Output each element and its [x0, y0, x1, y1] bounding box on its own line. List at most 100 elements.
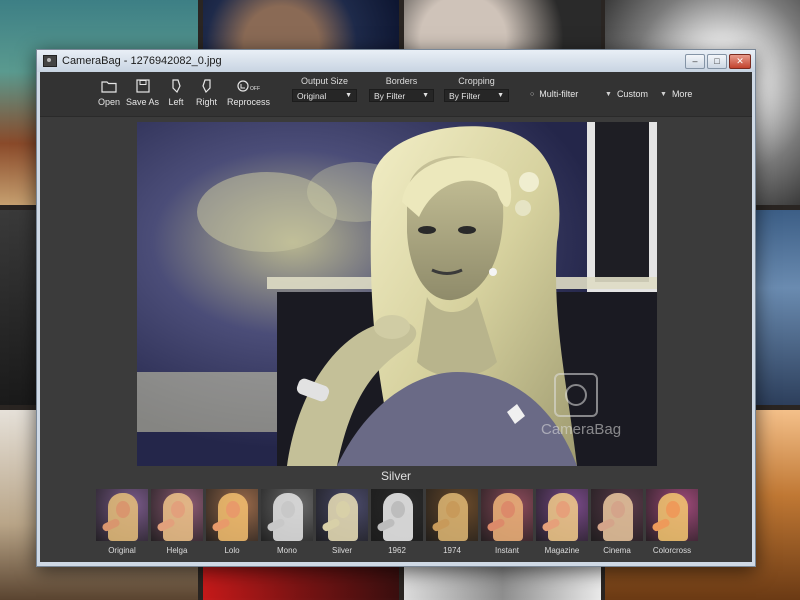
watermark-text: CameraBag [541, 421, 621, 438]
rotate-right-button[interactable]: Right [196, 78, 217, 107]
svg-text:OFF: OFF [250, 86, 260, 92]
filter-thumb-colorcross[interactable]: Colorcross [646, 489, 698, 559]
chevron-down-icon: ▼ [345, 92, 352, 99]
save-icon [134, 78, 152, 94]
face-shape [556, 501, 570, 518]
maximize-button[interactable]: □ [707, 53, 727, 69]
filter-label: Magazine [544, 546, 580, 555]
filter-preview-image[interactable] [481, 489, 533, 541]
close-button[interactable]: ✕ [729, 53, 751, 69]
filter-thumb-magazine[interactable]: Magazine [536, 489, 588, 559]
chevron-down-icon: ▼ [605, 90, 612, 98]
borders-label: Borders [385, 76, 418, 86]
background-photo [404, 0, 601, 55]
camerabag-window: CameraBag - 1276942082_0.jpg – □ ✕ Open … [36, 49, 756, 567]
cropping-value: By Filter [449, 90, 481, 101]
filter-label: Lolo [224, 546, 240, 555]
filter-thumb-cinema[interactable]: Cinema [591, 489, 643, 559]
custom-label: Custom [616, 89, 648, 99]
multi-filter-label: Multi-filter [539, 89, 579, 99]
filter-thumb-lolo[interactable]: Lolo [206, 489, 258, 559]
open-label: Open [98, 97, 121, 107]
filter-label: Mono [276, 546, 297, 555]
chevron-down-icon: ▼ [422, 92, 429, 99]
borders-dropdown[interactable]: By Filter ▼ [369, 89, 434, 102]
app-client-area: Open Save As Left Right OFF Reprocess Ou… [40, 72, 752, 562]
filter-label: Instant [494, 546, 519, 555]
rotate-right-icon [198, 78, 216, 94]
cropping-group: Cropping By Filter ▼ [444, 76, 509, 102]
toolbar: Open Save As Left Right OFF Reprocess Ou… [40, 72, 752, 117]
filter-preview-image[interactable] [536, 489, 588, 541]
background-photo [755, 210, 800, 405]
background-photo [0, 210, 40, 405]
rotate-left-icon [167, 78, 185, 94]
save-as-label: Save As [126, 97, 160, 107]
multi-filter-toggle[interactable]: ○ Multi-filter [530, 89, 578, 99]
filter-thumb-instant[interactable]: Instant [481, 489, 533, 559]
filter-label: Silver [331, 546, 352, 555]
folder-icon [100, 78, 118, 94]
filter-preview-image[interactable] [151, 489, 203, 541]
filter-preview-image[interactable] [96, 489, 148, 541]
face-shape [666, 501, 680, 518]
cropping-label: Cropping [458, 76, 495, 86]
filter-label: 1974 [443, 546, 461, 555]
background-photo [203, 565, 399, 600]
filter-thumb-1974[interactable]: 1974 [426, 489, 478, 559]
borders-value: By Filter [374, 90, 406, 101]
preview-image[interactable]: CameraBag [137, 122, 657, 466]
rotate-left-button[interactable]: Left [167, 78, 185, 107]
face-shape [336, 501, 350, 518]
reprocess-icon: OFF [236, 78, 262, 94]
filter-label: 1962 [388, 546, 406, 555]
filter-preview-image[interactable] [261, 489, 313, 541]
reprocess-button[interactable]: OFF Reprocess [227, 78, 270, 107]
borders-group: Borders By Filter ▼ [369, 76, 434, 102]
filter-label: Cinema [603, 546, 631, 555]
radio-icon: ○ [530, 90, 535, 98]
output-size-label: Output Size [300, 76, 349, 86]
cropping-dropdown[interactable]: By Filter ▼ [444, 89, 509, 102]
filter-thumb-helga[interactable]: Helga [151, 489, 203, 559]
save-as-button[interactable]: Save As [126, 78, 159, 107]
window-title: CameraBag - 1276942082_0.jpg [62, 55, 222, 67]
background-photo [203, 0, 399, 55]
output-size-dropdown[interactable]: Original ▼ [292, 89, 357, 102]
title-bar[interactable]: CameraBag - 1276942082_0.jpg – □ ✕ [37, 50, 755, 72]
face-shape [281, 501, 295, 518]
filter-thumb-silver[interactable]: Silver [316, 489, 368, 559]
filter-filmstrip: Original Helga Lolo Mono Silver 1962 1974 Insta… [96, 489, 706, 559]
face-shape [611, 501, 625, 518]
chevron-down-icon: ▼ [497, 92, 504, 99]
output-size-group: Output Size Original ▼ [292, 76, 357, 102]
filter-thumb-original[interactable]: Original [96, 489, 148, 559]
face-shape [501, 501, 515, 518]
reprocess-label: Reprocess [227, 97, 271, 107]
filter-preview-image[interactable] [371, 489, 423, 541]
filter-preview-image[interactable] [591, 489, 643, 541]
face-shape [116, 501, 130, 518]
background-photo [404, 565, 601, 600]
app-icon[interactable] [43, 55, 57, 67]
filter-label: Helga [166, 546, 188, 555]
chevron-down-icon: ▼ [660, 90, 667, 98]
filter-label: Original [108, 546, 136, 555]
face-shape [391, 501, 405, 518]
more-label: More [671, 89, 693, 99]
filter-preview-image[interactable] [646, 489, 698, 541]
filter-preview-image[interactable] [426, 489, 478, 541]
filter-preview-image[interactable] [206, 489, 258, 541]
filter-thumb-1962[interactable]: 1962 [371, 489, 423, 559]
filter-preview-image[interactable] [316, 489, 368, 541]
open-button[interactable]: Open [98, 78, 120, 107]
minimize-button[interactable]: – [685, 53, 705, 69]
custom-menu[interactable]: ▼ Custom [605, 89, 648, 99]
face-shape [171, 501, 185, 518]
face-shape [226, 501, 240, 518]
current-filter-name: Silver [380, 469, 411, 483]
filter-thumb-mono[interactable]: Mono [261, 489, 313, 559]
rotate-right-label: Right [196, 97, 218, 107]
face-shape [446, 501, 460, 518]
more-menu[interactable]: ▼ More [660, 89, 692, 99]
